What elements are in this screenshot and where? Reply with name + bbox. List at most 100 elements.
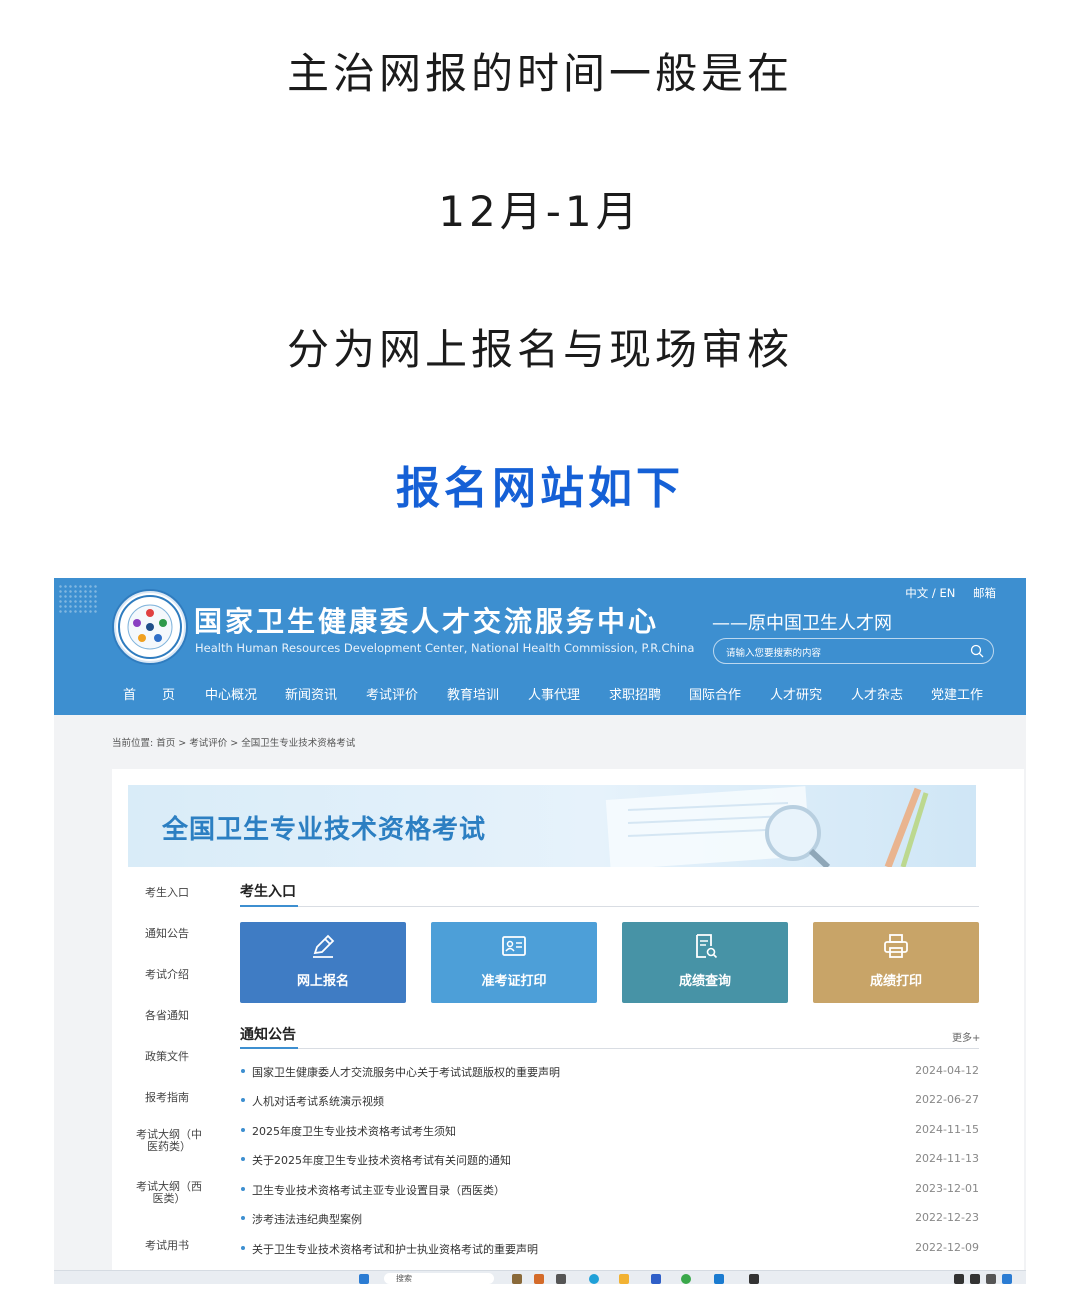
bullet-icon xyxy=(241,1157,245,1161)
exam-banner: 全国卫生专业技术资格考试 xyxy=(128,785,976,867)
site-title: 国家卫生健康委人才交流服务中心 xyxy=(194,605,660,638)
nav-item-personnel[interactable]: 人事代理 xyxy=(528,684,580,703)
more-link[interactable]: 更多+ xyxy=(952,1029,980,1044)
sidebar-item-notices[interactable]: 通知公告 xyxy=(128,928,206,940)
notices-heading: 通知公告 xyxy=(240,1027,296,1043)
nav-item-home[interactable]: 首 页 xyxy=(123,684,175,703)
tray-icon[interactable] xyxy=(986,1274,996,1284)
mailbox-link[interactable]: 邮箱 xyxy=(973,586,996,600)
nav-item-magazine[interactable]: 人才杂志 xyxy=(851,684,903,703)
online-registration-button[interactable]: 网上报名 xyxy=(240,922,406,1003)
divider xyxy=(240,1048,979,1049)
post-line-2-date-range: 12月-1月 xyxy=(438,187,642,236)
sidebar-item-syllabus-tcm[interactable]: 考试大纲（中医药类） xyxy=(134,1129,204,1153)
divider xyxy=(240,906,979,907)
nav-item-news[interactable]: 新闻资讯 xyxy=(285,684,337,703)
tray-icon[interactable] xyxy=(1002,1274,1012,1284)
notice-date: 2022-12-09 xyxy=(915,1241,979,1254)
sidebar-item-policy-docs[interactable]: 政策文件 xyxy=(128,1051,206,1063)
notice-item[interactable]: 关于卫生专业技术资格考试和护士执业资格考试的重要声明 2022-12-09 xyxy=(240,1241,979,1259)
site-subtitle: Health Human Resources Development Cente… xyxy=(195,641,695,655)
bullet-icon xyxy=(241,1187,245,1191)
notice-item[interactable]: 卫生专业技术资格考试主亚专业设置目录（西医类） 2023-12-01 xyxy=(240,1182,979,1200)
post-line-3: 分为网上报名与现场审核 xyxy=(286,325,793,374)
tray-icon[interactable] xyxy=(954,1274,964,1284)
sidebar-item-exam-intro[interactable]: 考试介绍 xyxy=(128,969,206,981)
nav-item-training[interactable]: 教育培训 xyxy=(447,684,499,703)
notice-title: 关于卫生专业技术资格考试和护士执业资格考试的重要声明 xyxy=(252,1243,538,1256)
notice-item[interactable]: 国家卫生健康委人才交流服务中心关于考试试题版权的重要声明 2024-04-12 xyxy=(240,1064,979,1082)
sidebar-item-books[interactable]: 考试用书 xyxy=(128,1240,206,1252)
app-icon[interactable] xyxy=(556,1274,566,1284)
bullet-icon xyxy=(241,1128,245,1132)
post-line-4-highlight: 报名网站如下 xyxy=(396,463,684,514)
os-taskbar: 搜索 xyxy=(54,1270,1026,1284)
nav-item-international[interactable]: 国际合作 xyxy=(689,684,741,703)
website-screenshot: 国家卫生健康委人才交流服务中心 Health Human Resources D… xyxy=(54,578,1026,1284)
main-nav: 首 页 中心概况 新闻资讯 考试评价 教育培训 人事代理 求职招聘 国际合作 人… xyxy=(54,684,1026,708)
former-site-name: ——原中国卫生人才网 xyxy=(712,613,892,634)
notice-item[interactable]: 人机对话考试系统演示视频 2022-06-27 xyxy=(240,1093,979,1111)
post-line-1: 主治网报的时间一般是在 xyxy=(286,49,793,98)
notice-date: 2022-12-23 xyxy=(915,1211,979,1224)
nav-item-research[interactable]: 人才研究 xyxy=(770,684,822,703)
taskbar-search-label: 搜索 xyxy=(396,1274,412,1283)
site-search-input[interactable]: 请输入您要搜索的内容 xyxy=(713,638,994,664)
notice-item[interactable]: 涉考违法违纪典型案例 2022-12-23 xyxy=(240,1211,979,1229)
sidebar-item-candidate-entry[interactable]: 考生入口 xyxy=(128,887,206,899)
browser-icon[interactable] xyxy=(589,1274,599,1284)
nav-item-jobs[interactable]: 求职招聘 xyxy=(609,684,661,703)
folder-icon[interactable] xyxy=(619,1274,629,1284)
center-logo[interactable] xyxy=(114,591,186,663)
bullet-icon xyxy=(241,1216,245,1220)
notice-item[interactable]: 2025年度卫生专业技术资格考试考生须知 2024-11-15 xyxy=(240,1123,979,1141)
app-icon[interactable] xyxy=(749,1274,759,1284)
tray-icon[interactable] xyxy=(970,1274,980,1284)
notice-title: 人机对话考试系统演示视频 xyxy=(252,1095,384,1108)
nav-item-about[interactable]: 中心概况 xyxy=(205,684,257,703)
pencil-icon xyxy=(313,934,335,958)
search-document-icon xyxy=(696,934,718,959)
notice-date: 2023-12-01 xyxy=(915,1182,979,1195)
heading-underline xyxy=(240,905,298,907)
taskbar-search-input[interactable]: 搜索 xyxy=(384,1273,494,1284)
wechat-icon[interactable] xyxy=(681,1274,691,1284)
score-query-button[interactable]: 成绩查询 xyxy=(622,922,788,1003)
sidebar-item-syllabus-western[interactable]: 考试大纲（西医类） xyxy=(134,1181,204,1205)
heading-underline xyxy=(240,1047,298,1049)
notice-title: 国家卫生健康委人才交流服务中心关于考试试题版权的重要声明 xyxy=(252,1066,560,1079)
language-switch-link[interactable]: 中文 / EN xyxy=(905,586,955,600)
app-icon[interactable] xyxy=(534,1274,544,1284)
notice-item[interactable]: 关于2025年度卫生专业技术资格考试有关问题的通知 2024-11-13 xyxy=(240,1152,979,1170)
tile-label: 准考证打印 xyxy=(481,974,547,989)
site-header: 国家卫生健康委人才交流服务中心 Health Human Resources D… xyxy=(54,578,1026,715)
top-links: 中文 / EN 邮箱 xyxy=(891,585,996,601)
entry-heading: 考生入口 xyxy=(240,884,296,900)
banner-title: 全国卫生专业技术资格考试 xyxy=(162,815,487,845)
tile-label: 网上报名 xyxy=(296,974,349,989)
bullet-icon xyxy=(241,1246,245,1250)
nav-item-party[interactable]: 党建工作 xyxy=(931,684,983,703)
notice-date: 2024-11-15 xyxy=(915,1123,979,1136)
tile-label: 成绩打印 xyxy=(869,974,922,989)
app-icon[interactable] xyxy=(651,1274,661,1284)
decorative-dots xyxy=(58,584,98,614)
search-icon[interactable] xyxy=(970,644,984,658)
start-icon[interactable] xyxy=(359,1274,369,1284)
breadcrumb: 当前位置: 首页 > 考试评价 > 全国卫生专业技术资格考试 xyxy=(112,738,356,749)
app-icon[interactable] xyxy=(714,1274,724,1284)
bullet-icon xyxy=(241,1069,245,1073)
app-icon[interactable] xyxy=(512,1274,522,1284)
sidebar-item-provincial-notices[interactable]: 各省通知 xyxy=(128,1010,206,1022)
sidebar-item-guide[interactable]: 报考指南 xyxy=(128,1092,206,1104)
notice-title: 2025年度卫生专业技术资格考试考生须知 xyxy=(252,1125,456,1138)
content-panel: 全国卫生专业技术资格考试 考生入口 通知公告 考试介绍 各省通知 政策文件 报考… xyxy=(112,769,1024,1284)
search-placeholder: 请输入您要搜索的内容 xyxy=(726,648,822,659)
notice-title: 卫生专业技术资格考试主亚专业设置目录（西医类） xyxy=(252,1184,505,1197)
admission-ticket-print-button[interactable]: 准考证打印 xyxy=(431,922,597,1003)
nav-item-exams[interactable]: 考试评价 xyxy=(366,684,418,703)
notice-date: 2024-11-13 xyxy=(915,1152,979,1165)
tile-label: 成绩查询 xyxy=(678,974,731,989)
notice-title: 涉考违法违纪典型案例 xyxy=(252,1213,362,1226)
score-print-button[interactable]: 成绩打印 xyxy=(813,922,979,1003)
